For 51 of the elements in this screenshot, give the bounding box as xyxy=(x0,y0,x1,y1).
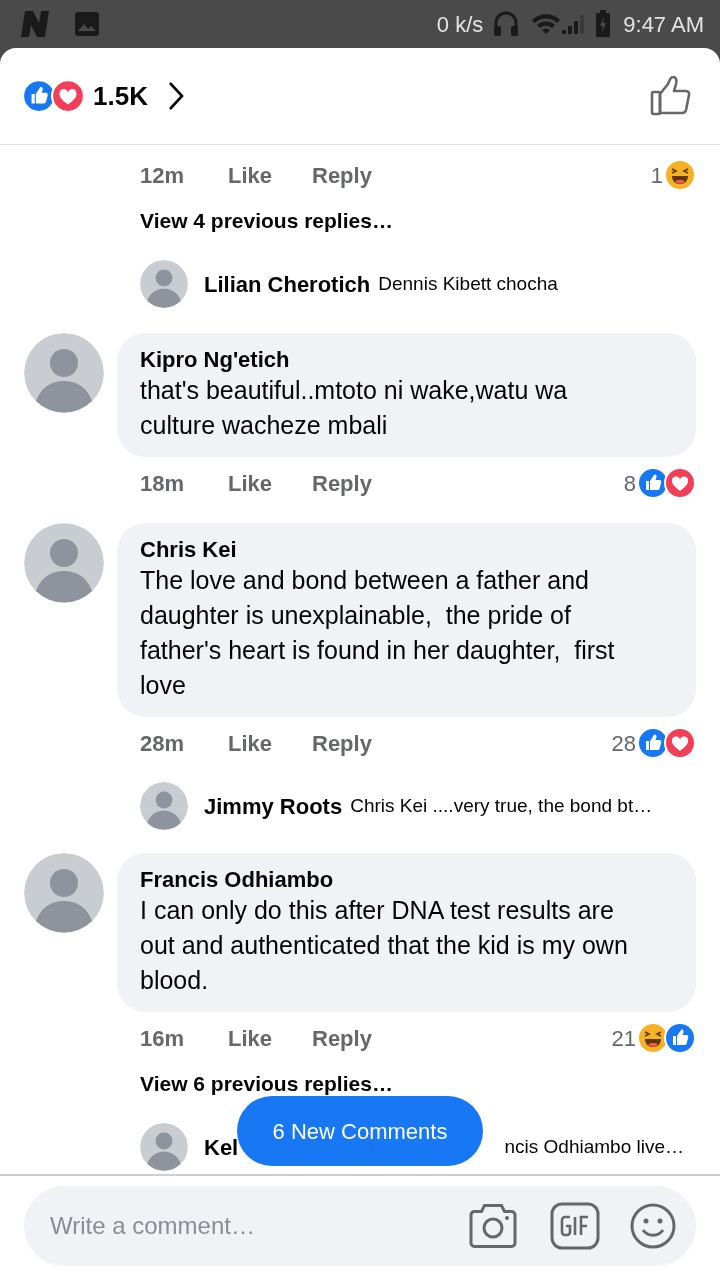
headphones-icon xyxy=(493,10,520,38)
status-time: 9:47 AM xyxy=(623,10,704,39)
comment-text: I can only do this after DNA test results are out and authenticated that the kid is my own blood. xyxy=(140,895,629,996)
reply-text: Chris Kei ....very true, the bond bt… xyxy=(350,793,653,818)
reaction-count[interactable]: 28 xyxy=(611,726,636,760)
like-link[interactable]: Like xyxy=(228,466,312,500)
like-link[interactable]: Like xyxy=(228,726,312,760)
comment-time: 28m xyxy=(140,729,186,758)
view-replies-link[interactable]: View 4 previous replies… xyxy=(140,205,393,237)
avatar[interactable] xyxy=(140,260,188,308)
avatar[interactable] xyxy=(140,782,188,830)
avatar[interactable] xyxy=(24,523,104,603)
signal-icon xyxy=(561,13,586,35)
comment-author[interactable]: Kipro Ng'etich xyxy=(140,347,630,373)
wifi-icon xyxy=(531,12,562,36)
comment-time: 18m xyxy=(140,469,186,498)
reaction-count[interactable]: 21 xyxy=(611,1021,636,1055)
reply-author[interactable]: Lilian Cherotich xyxy=(204,267,371,301)
reply-link[interactable]: Reply xyxy=(312,1021,372,1055)
thumbs-up-icon[interactable] xyxy=(650,76,692,116)
battery-icon xyxy=(595,10,612,38)
reply-author[interactable]: Jimmy Roots xyxy=(204,789,343,823)
like-link[interactable]: Like xyxy=(228,1021,312,1055)
reaction-count[interactable]: 1.5K xyxy=(93,76,148,116)
like-link[interactable]: Like xyxy=(228,158,312,192)
comment-field[interactable]: Write a comment… xyxy=(48,1207,468,1245)
network-speed: 0 k/s xyxy=(436,10,484,39)
reply-link[interactable]: Reply xyxy=(312,158,372,192)
reply-text: Dennis Kibett chocha xyxy=(378,271,558,296)
comment-time: 16m xyxy=(140,1024,186,1053)
emoji-icon[interactable] xyxy=(630,1203,676,1249)
avatar[interactable] xyxy=(140,1123,188,1171)
reply-link[interactable]: Reply xyxy=(312,466,372,500)
reply-text: ncis Odhiambo live… xyxy=(504,1134,684,1159)
new-comments-button[interactable]: 6 New Comments xyxy=(237,1096,483,1166)
image-icon xyxy=(74,11,100,37)
comment-author[interactable]: Chris Kei xyxy=(140,537,630,563)
comment-text: that's beautiful..mtoto ni wake,watu wa culture wacheze mbali xyxy=(140,375,569,441)
comment-author[interactable]: Francis Odhiambo xyxy=(140,867,630,893)
composer-bar[interactable]: Write a comment… xyxy=(24,1186,696,1266)
reply-author[interactable]: Kel xyxy=(204,1130,239,1164)
reaction-count[interactable]: 8 xyxy=(623,466,636,500)
avatar[interactable] xyxy=(24,333,104,413)
comment-time: 12m xyxy=(140,161,186,190)
avatar[interactable] xyxy=(24,853,104,933)
gif-icon[interactable] xyxy=(550,1202,600,1250)
reply-link[interactable]: Reply xyxy=(312,726,372,760)
reaction-count[interactable]: 1 xyxy=(650,158,663,192)
camera-icon[interactable] xyxy=(468,1203,518,1249)
chevron-right-icon xyxy=(167,81,184,111)
comment-text: The love and bond between a father and daughter is unexplainable, the pride of father's heart is found in her daughter, first love xyxy=(140,565,616,701)
